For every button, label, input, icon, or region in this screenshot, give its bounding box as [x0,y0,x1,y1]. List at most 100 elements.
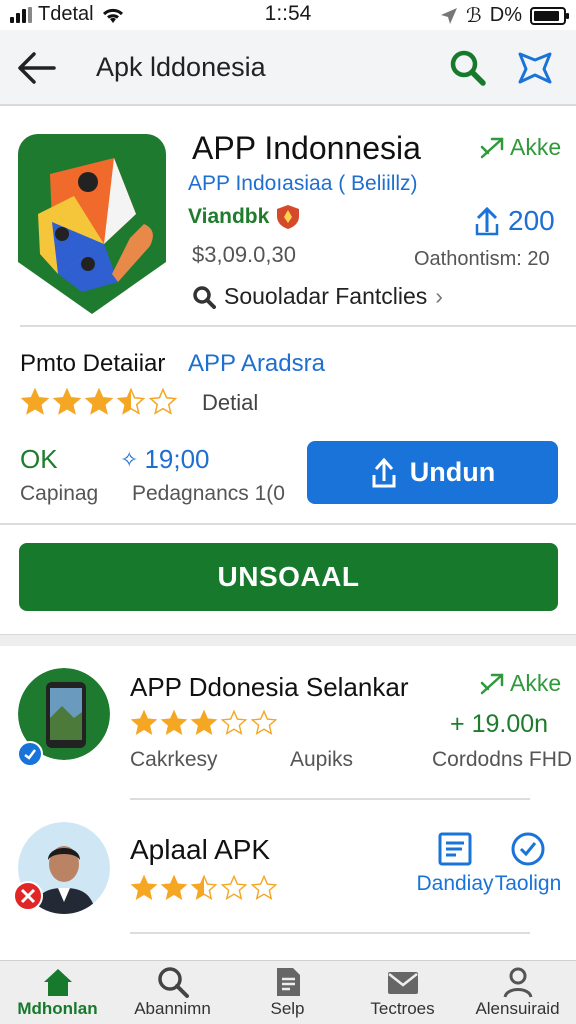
akke-badge[interactable]: Akke [480,134,561,161]
tab-home[interactable]: Mdhonlan [0,965,115,1019]
search-small-icon [193,285,216,309]
app-subtitle[interactable]: APP Indoıasiaa ( Beliillz) [188,172,418,196]
star-icon [220,709,248,735]
tab-label: Alensuiraid [475,999,560,1018]
battery-text: D% [489,4,522,26]
download-value: ✧ 19;00 [120,444,210,475]
related-stars [130,709,278,737]
tab-label: Tectroes [370,999,435,1018]
bluetooth-icon: ℬ [466,5,482,27]
tab-document[interactable]: Selp [230,965,345,1019]
optimism-text: Oathontism: 20 [414,248,550,270]
battery-icon [530,6,569,25]
related-price-value: 19.00n [471,710,549,738]
bottom-tab-bar: Mdhonlan Abannimn Selp Tectroes Alensuir… [0,960,576,1024]
divider [20,325,576,327]
rating-label: Detial [202,390,259,415]
developer-name: Viandbk [188,205,270,228]
related-meta-3: Cordodns FHD [432,748,573,771]
chevron-right-icon: › [435,283,443,309]
upload-icon [372,457,396,487]
status-bar: Tdetal 1::54 ℬ D% [0,0,576,30]
status-right: ℬ D% [440,3,569,28]
taolign-action[interactable]: Taolign [488,832,568,896]
ok-label: Capinag [20,482,99,505]
app-logo-icon [18,134,166,314]
star-icon [250,874,278,900]
document-list-icon [438,832,472,866]
check-arrow-icon [480,673,504,694]
tab-search[interactable]: Abannimn [115,965,230,1019]
star-icon [20,387,50,415]
app-bar: Apk lddonesia [0,30,576,106]
shield-badge-icon [277,205,300,229]
upload-arrow-icon [475,206,499,236]
star-icon [250,709,278,735]
similar-link[interactable]: Souoladar Fantclies › [192,283,443,310]
unsoaal-button[interactable]: UNSOAAL [19,543,558,611]
dandiay-label: Dandiay [416,872,494,895]
star-icon [148,387,178,415]
ok-value: OK [20,444,58,474]
star-icon [130,874,158,900]
star-icon [160,709,188,735]
related-stars [130,874,278,902]
related-meta-1: Cakrkesy [130,748,218,771]
detail-link[interactable]: APP Aradsra [188,350,325,378]
divider [0,523,576,525]
star-icon [160,874,188,900]
tab-label: Selp [270,999,305,1018]
related-name: APP Ddonesia Selankar [130,672,409,702]
star-icon [84,387,114,415]
undun-button[interactable]: Undun [307,441,558,504]
developer-row[interactable]: Viandbk [188,204,301,230]
check-circle-icon [511,832,545,866]
detail-title: Pmto Detaiiar [20,350,166,377]
check-arrow-icon [480,137,504,158]
tab-mail[interactable]: Tectroes [345,965,460,1019]
download-label: Pedagnancs 1(0 [132,482,285,505]
search-icon[interactable] [448,48,488,88]
search-icon [157,967,189,998]
related-name: Aplaal APK [130,834,271,865]
share-icon[interactable] [514,48,556,88]
download-count: 200 [474,205,555,237]
similar-label: Souoladar Fantclies [224,283,428,309]
related-item[interactable]: Aplaal APK Dandiay Taolign [0,800,576,940]
app-price: $3,09.0,30 [192,242,296,267]
location-icon [441,7,458,24]
related-meta-2: Aupiks [290,748,354,771]
rating-stars [20,387,178,417]
app-name: APP Indonnesia [192,130,421,166]
battery-fill [534,10,560,21]
star-icon [52,387,82,415]
akke-label: Akke [510,134,562,160]
download-count-value: 200 [508,205,555,236]
section-separator [0,634,576,646]
tab-label: Abannimn [134,999,211,1018]
related-akke-badge[interactable]: Akke [480,670,561,697]
download-value-text: 19;00 [144,444,210,474]
taolign-label: Taolign [494,872,562,895]
star-icon [190,874,218,900]
verified-badge-icon [17,741,43,767]
divider [130,932,530,934]
plus-icon: + [450,710,465,738]
dandiay-action[interactable]: Dandiay [410,832,500,896]
download-arrow-icon: ✧ [120,446,139,472]
user-icon [503,967,532,998]
tab-label: Mdhonlan [17,999,98,1018]
star-icon [130,709,158,735]
document-icon [276,968,300,996]
back-arrow-icon[interactable] [16,48,58,88]
app-bar-title: Apk lddonesia [96,52,266,82]
related-price: + 19.00n [450,710,548,739]
error-badge-icon [13,881,43,911]
star-icon [190,709,218,735]
tab-profile[interactable]: Alensuiraid [460,965,575,1019]
star-icon [220,874,248,900]
star-icon [116,387,146,415]
home-icon [43,969,72,996]
related-item[interactable]: APP Ddonesia Selankar Akke + 19.00n Cakr… [0,646,576,798]
related-akke-label: Akke [510,670,562,696]
